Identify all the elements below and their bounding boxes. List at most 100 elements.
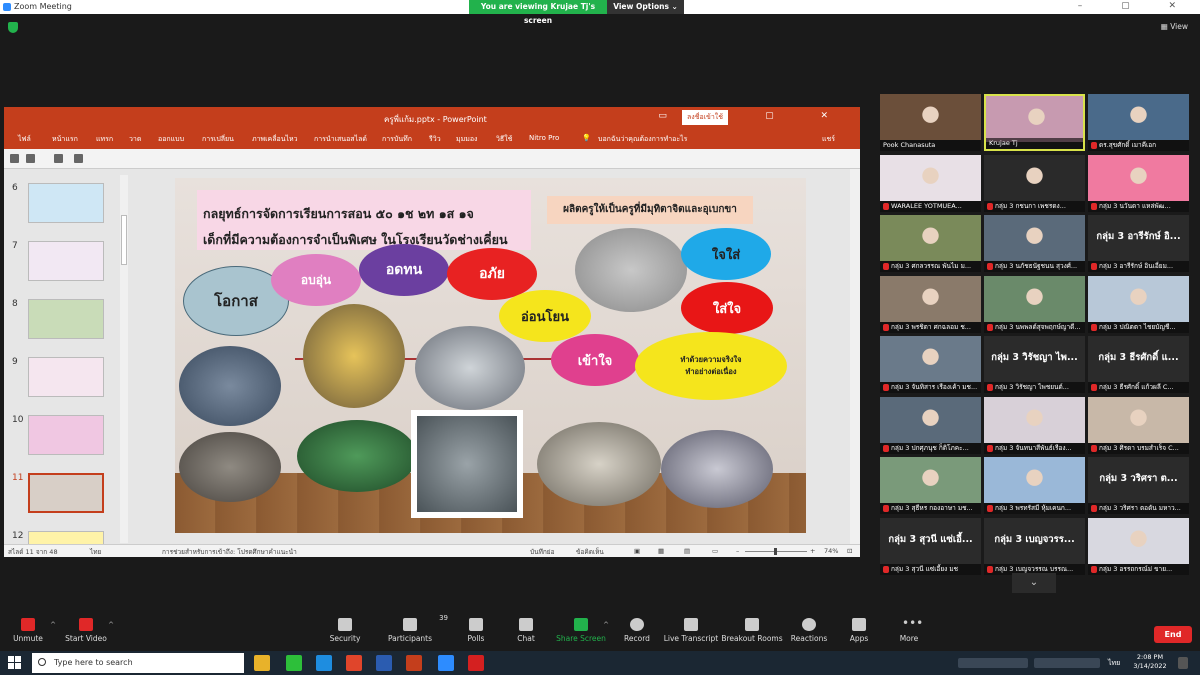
participant-tile[interactable]: กลุ่ม 3 จันทนาสีพันธ์เรือง... — [984, 397, 1085, 454]
participants-button[interactable]: Participants 39 — [378, 612, 448, 643]
view-options-button[interactable]: View Options ⌄ — [607, 0, 684, 14]
line-app-icon[interactable] — [286, 655, 302, 671]
participant-tile[interactable]: กลุ่ม 3 ธีรศักดิ์ แ... กลุ่ม 3 ธีรศักดิ์ … — [1088, 336, 1189, 393]
thumbnail-scrollbar[interactable] — [120, 175, 128, 543]
participant-tile[interactable]: Pook Chanasuta — [880, 94, 981, 151]
window-controls[interactable]: – ▢ ✕ — [1078, 1, 1194, 11]
video-options-chevron-icon[interactable]: ^ — [108, 621, 114, 629]
pdf-reader-icon[interactable] — [468, 655, 484, 671]
save-icon[interactable] — [10, 154, 19, 163]
slide-thumbnail[interactable] — [28, 241, 104, 281]
participant-tile[interactable]: Krujae Tj — [984, 94, 1085, 151]
input-language[interactable]: ไทย — [1108, 658, 1120, 669]
zoom-out-icon[interactable]: – — [736, 547, 739, 555]
more-button[interactable]: ••• More — [877, 612, 941, 643]
encryption-shield-icon[interactable] — [8, 22, 18, 33]
start-video-button[interactable]: Start Video ^ — [54, 612, 118, 643]
participant-tile[interactable]: กลุ่ม 3 สุธีหร กองอาษา มช... — [880, 457, 981, 514]
comments-button[interactable]: ข้อคิดเห็น — [576, 547, 604, 557]
ribbon-tab-draw[interactable]: วาด — [129, 134, 141, 145]
participant-tile[interactable]: ดร.สุขศักดิ์ เมาคีเอก — [1088, 94, 1189, 151]
participant-tile[interactable]: กลุ่ม 3 เบญจวรร... กลุ่ม 3 เบญจวรรณ บรรณ.… — [984, 518, 1085, 575]
notes-button[interactable]: บันทึกย่อ — [530, 547, 555, 557]
current-slide[interactable]: กลยุทธ์การจัดการเรียนการสอน ๕๐ ๑ช ๒ท ๑ส … — [175, 178, 806, 533]
slide-thumbnail[interactable] — [28, 357, 104, 397]
participant-tile[interactable]: WARALEE YOTMUEA... — [880, 155, 981, 212]
security-button[interactable]: Security — [313, 612, 377, 643]
share-button[interactable]: แชร์ — [822, 134, 835, 145]
participant-tile[interactable]: กลุ่ม 3 พรชิตา ศกฉลอม ช... — [880, 276, 981, 333]
share-screen-button[interactable]: Share Screen ^ — [549, 612, 613, 643]
ribbon-tab-design[interactable]: ออกแบบ — [158, 134, 184, 145]
slideshow-view-icon[interactable]: ▭ — [712, 547, 718, 555]
chrome-browser-icon[interactable] — [346, 655, 362, 671]
ribbon-tab-help[interactable]: วิธีใช้ — [496, 134, 512, 145]
participant-tile[interactable]: กลุ่ม 3 กชนกา เพชรดง... — [984, 155, 1085, 212]
participant-tile[interactable]: กลุ่ม 3 ศกลวรรณ พันไม ม... — [880, 215, 981, 272]
ribbon-tab-home[interactable]: หน้าแรก — [52, 134, 78, 145]
network-volume-icons[interactable] — [1034, 658, 1100, 668]
slide-thumbnail[interactable] — [28, 183, 104, 223]
slide-thumbnail-selected[interactable] — [28, 473, 104, 513]
tell-me-lightbulb-icon[interactable]: 💡 — [582, 134, 591, 142]
ribbon-tab-insert[interactable]: แทรก — [96, 134, 113, 145]
present-icon[interactable] — [54, 154, 63, 163]
participant-tile[interactable]: กลุ่ม 3 วริศรา ต... กลุ่ม 3 วริศรา ตอดัน … — [1088, 457, 1189, 514]
participant-tile[interactable]: กลุ่ม 3 อารีรักษ์ อิ... กลุ่ม 3 อารีรักษ์… — [1088, 215, 1189, 272]
edge-browser-icon[interactable] — [316, 655, 332, 671]
normal-view-icon[interactable]: ▣ — [634, 547, 640, 555]
participant-tile[interactable]: กลุ่ม 3 พรทรัสมี หุ้มเคนก... — [984, 457, 1085, 514]
end-meeting-button[interactable]: End — [1154, 626, 1192, 643]
thumbnail-scroll-thumb[interactable] — [121, 215, 127, 265]
participant-tile[interactable]: กลุ่ม 3 วิรัชญา ไพ... กลุ่ม 3 วิรัชญา ไพช… — [984, 336, 1085, 393]
slide-thumbnail[interactable] — [28, 415, 104, 455]
participant-tile[interactable]: กลุ่ม 3 ศิรดา บรมสำเร็จ C... — [1088, 397, 1189, 454]
ribbon-tab-file[interactable]: ไฟล์ — [18, 134, 31, 145]
ribbon-tab-slideshow[interactable]: การนำเสนอสไลด์ — [314, 134, 367, 145]
open-folder-icon[interactable] — [74, 154, 83, 163]
tell-me-search[interactable]: บอกฉันว่าคุณต้องการทำอะไร — [598, 134, 687, 145]
fit-to-window-icon[interactable]: ⊡ — [847, 547, 852, 555]
live-transcript-button[interactable]: Live Transcript — [659, 612, 723, 643]
slide-scrollbar[interactable] — [850, 169, 860, 544]
file-explorer-icon[interactable] — [254, 655, 270, 671]
slide-thumbnail[interactable] — [28, 299, 104, 339]
system-tray-icons[interactable] — [958, 658, 1028, 668]
participant-tile[interactable]: กลุ่ม 3 นพพลต์สุจพฤกษ์ญาดี... — [984, 276, 1085, 333]
zoom-app-icon[interactable] — [438, 655, 454, 671]
sorter-view-icon[interactable]: ▦ — [658, 547, 664, 555]
ribbon-tab-nitro[interactable]: Nitro Pro — [529, 134, 559, 142]
taskbar-search-input[interactable]: Type here to search — [32, 653, 244, 673]
ribbon-tab-review[interactable]: รีวิว — [429, 134, 441, 145]
zoom-percent[interactable]: 74% — [824, 547, 838, 555]
ribbon-tab-animations[interactable]: ภาพเคลื่อนไหว — [252, 134, 298, 145]
participant-tile[interactable]: กลุ่ม 3 นภัชธนัฐชนน สุวงศ์... — [984, 215, 1085, 272]
touch-mode-icon[interactable] — [26, 154, 35, 163]
unmute-button[interactable]: Unmute ^ — [0, 612, 60, 643]
word-app-icon[interactable] — [376, 655, 392, 671]
accessibility-check[interactable]: การช่วยสำหรับการเข้าถึง: โปรดศึกษาคำแนะน… — [162, 547, 297, 557]
breakout-rooms-button[interactable]: Breakout Rooms — [720, 612, 784, 643]
view-button[interactable]: ▦ View — [1161, 22, 1188, 31]
reading-view-icon[interactable]: ▤ — [684, 547, 690, 555]
powerpoint-app-icon[interactable] — [406, 655, 422, 671]
notifications-icon[interactable] — [1178, 657, 1188, 669]
participant-tile[interactable]: กลุ่ม 3 นวันดา แหล่พัฒ... — [1088, 155, 1189, 212]
participant-tile[interactable]: กลุ่ม 3 ปกศุภนุช ก็ติโภคะ... — [880, 397, 981, 454]
windows-start-icon[interactable] — [8, 656, 21, 669]
ppt-window-controls[interactable]: ▭ – ▢ ✕ — [658, 111, 850, 121]
taskbar-clock[interactable]: 2:08 PM 3/14/2022 — [1128, 653, 1172, 671]
slide-thumbnail[interactable] — [28, 531, 104, 544]
participant-tile[interactable]: กลุ่ม 3 จันทิสาร เรืองเค้า มช... — [880, 336, 981, 393]
zoom-in-icon[interactable]: + — [810, 547, 815, 555]
participant-tile[interactable]: กลุ่ม 3 ปณิตตา ไชยบัญชี... — [1088, 276, 1189, 333]
mic-muted-icon — [1091, 505, 1097, 512]
ribbon-tab-record[interactable]: การบันทึก — [382, 134, 412, 145]
participant-tile[interactable]: กลุ่ม 3 อรรถกรณ์ม่ ขาย... — [1088, 518, 1189, 575]
participant-tile[interactable]: กลุ่ม 3 สุวนี แซ่เอี้... กลุ่ม 3 สุวนี แซ… — [880, 518, 981, 575]
gallery-next-page-chevron-icon[interactable]: ⌄ — [1012, 573, 1056, 593]
zoom-slider-handle[interactable] — [774, 548, 777, 555]
ribbon-tab-view[interactable]: มุมมอง — [456, 134, 477, 145]
ribbon-tab-transitions[interactable]: การเปลี่ยน — [202, 134, 234, 145]
photo-frame — [411, 410, 523, 518]
